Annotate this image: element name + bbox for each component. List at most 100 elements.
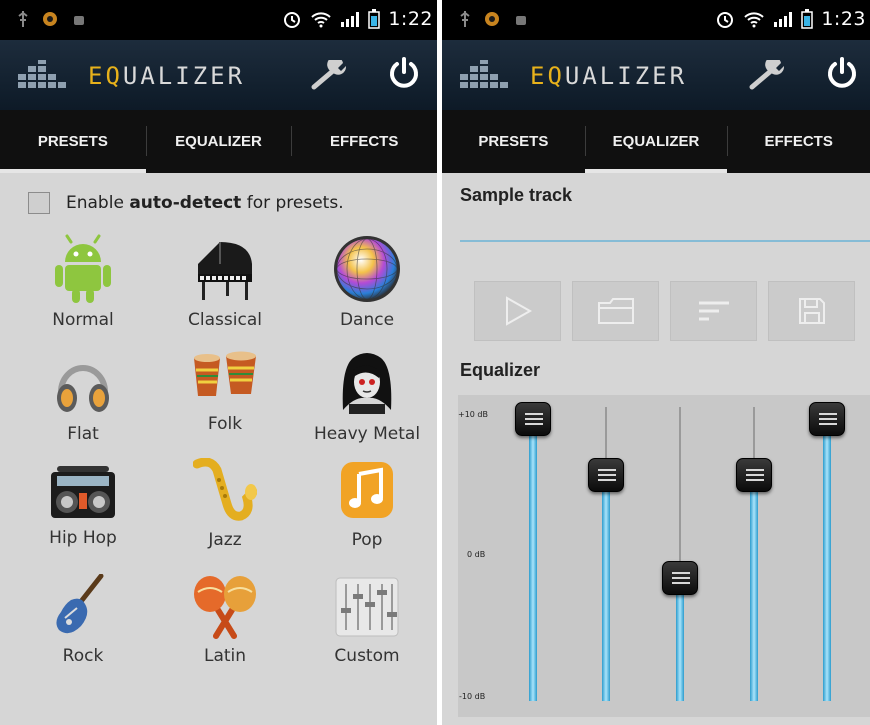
app-title-rest: UALIZER [564,62,688,90]
battery-icon [368,9,381,29]
sample-track-progress[interactable] [460,240,870,242]
tab-equalizer[interactable]: EQUALIZER [584,110,728,173]
equalizer-screen: 1:23 EQUALIZER PRESETS EQUALIZER EFFECTS… [442,0,870,725]
app-bar: EQUALIZER [442,40,870,110]
wifi-icon [311,12,332,28]
signal-icon [774,12,793,27]
preset-label: Flat [67,424,99,444]
headphones-icon [57,365,109,412]
equalizer-panel: +10 dB 0 dB -10 dB [458,395,870,717]
preset-label: Folk [207,414,243,434]
boombox-icon [51,466,115,518]
preset-flat[interactable]: Flat [13,348,153,444]
playlist-button[interactable] [670,281,757,341]
android-debug-icon [74,16,84,25]
status-clock: 1:23 [821,8,866,30]
status-clock: 1:22 [388,8,433,30]
eq-band-knob[interactable] [588,457,624,492]
eq-band-knob[interactable] [662,560,698,595]
app-title-accent-letter-q: Q [547,62,565,90]
eq-band-knob[interactable] [736,457,772,492]
preset-normal[interactable]: Normal [13,234,153,330]
alarm-icon [717,12,734,28]
eq-band-level [676,577,684,701]
save-button[interactable] [768,281,855,341]
notification-app-icon [43,12,57,26]
usb-icon [460,11,470,27]
wifi-icon [744,12,765,28]
preset-label: Normal [52,310,114,330]
auto-detect-checkbox[interactable] [28,192,50,214]
tab-presets[interactable]: PRESETS [442,110,585,173]
preset-pop[interactable]: Pop [297,458,437,550]
notification-app-icon [485,12,499,26]
preset-heavy-metal[interactable]: Heavy Metal [297,348,437,444]
preset-label: Pop [351,530,383,550]
eq-band-knob[interactable] [809,401,845,436]
maracas-icon [194,576,256,639]
auto-detect-label-suffix: for presets. [241,193,344,213]
list-icon [698,301,729,321]
app-title-rest: UALIZER [122,62,246,90]
eq-band-3[interactable] [662,407,698,701]
music-note-icon [341,462,393,518]
power-icon[interactable] [388,56,420,90]
preset-label: Latin [203,646,247,666]
eq-band-5[interactable] [809,401,845,701]
tab-presets[interactable]: PRESETS [0,110,146,173]
preset-hip-hop[interactable]: Hip Hop [13,466,153,548]
preset-dance[interactable]: Dance [297,234,437,330]
preset-custom[interactable]: Custom [297,574,437,666]
equalizer-logo-icon [460,60,508,88]
tab-bar: PRESETS EQUALIZER EFFECTS [442,110,870,173]
db-label-top: +10 dB [458,410,488,419]
battery-icon [801,9,814,29]
auto-detect-row[interactable]: Enable auto-detect for presets. [28,192,344,214]
preset-label: Dance [339,310,395,330]
preset-rock[interactable]: Rock [13,574,153,666]
db-label-bottom: -10 dB [459,692,486,701]
app-title-accent-letter: E [88,62,106,90]
open-file-button[interactable] [572,281,659,341]
equalizer-title: Equalizer [460,360,541,380]
status-bar: 1:22 [0,0,437,40]
preset-folk[interactable]: Folk [155,348,295,434]
preset-jazz[interactable]: Jazz [155,458,295,550]
metal-head-icon [342,353,392,414]
status-bar: 1:23 [442,0,870,40]
preset-label: Rock [62,646,104,666]
power-icon[interactable] [826,56,858,90]
app-title: EQUALIZER [88,62,245,90]
electric-guitar-icon [56,574,104,634]
equalizer-logo-icon [18,60,66,88]
app-title-accent-letter-q: Q [105,62,123,90]
wrench-icon[interactable] [748,60,788,90]
eq-band-level [529,418,537,701]
preset-classical[interactable]: Classical [155,234,295,330]
android-icon [55,234,111,303]
tab-bar: PRESETS EQUALIZER EFFECTS [0,110,437,173]
eq-band-knob[interactable] [515,401,551,436]
android-debug-icon [516,16,526,25]
track-controls [474,281,855,341]
play-button[interactable] [474,281,561,341]
signal-icon [341,12,360,27]
tab-equalizer[interactable]: EQUALIZER [145,110,292,173]
tab-effects[interactable]: EFFECTS [727,110,870,173]
saxophone-icon [193,458,257,521]
db-label-mid: 0 dB [467,550,486,559]
eq-band-level [750,474,758,701]
preset-label: Jazz [208,530,242,550]
preset-label: Heavy Metal [313,424,421,444]
eq-band-4[interactable] [736,407,772,701]
eq-band-2[interactable] [588,407,624,701]
wrench-icon[interactable] [310,60,350,90]
usb-icon [18,11,28,27]
preset-label: Hip Hop [49,528,117,548]
app-title-accent-letter: E [530,62,548,90]
eq-band-1[interactable] [515,401,551,701]
eq-band-level [823,418,831,701]
preset-latin[interactable]: Latin [155,574,295,666]
grand-piano-icon [198,242,252,300]
tab-effects[interactable]: EFFECTS [291,110,437,173]
